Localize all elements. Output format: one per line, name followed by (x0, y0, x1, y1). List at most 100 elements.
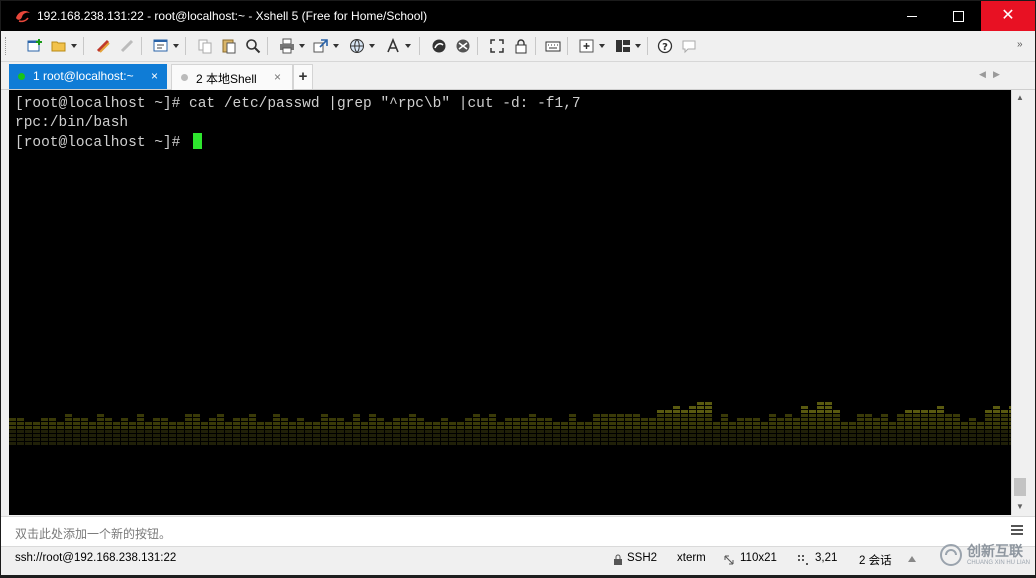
equalizer-reflection (369, 438, 376, 441)
equalizer-segment (665, 414, 672, 417)
help-icon[interactable]: ? (655, 36, 675, 56)
reconnect-icon[interactable] (93, 36, 113, 56)
equalizer-segment (897, 422, 904, 425)
equalizer-reflection (457, 442, 464, 445)
close-icon[interactable]: × (274, 70, 281, 84)
equalizer-reflection (481, 442, 488, 445)
transfer-icon[interactable] (311, 36, 331, 56)
equalizer-segment (825, 422, 832, 425)
properties-icon[interactable] (151, 36, 171, 56)
equalizer-reflection (913, 442, 920, 445)
equalizer-reflection (681, 438, 688, 441)
disconnect-icon[interactable] (117, 36, 137, 56)
equalizer-reflection (545, 442, 552, 445)
equalizer-segment (833, 410, 840, 413)
equalizer-segment (441, 418, 448, 421)
add-tab-icon[interactable] (577, 36, 597, 56)
equalizer-reflection (673, 438, 680, 441)
maximize-button[interactable] (935, 1, 981, 31)
menu-icon[interactable] (1011, 525, 1023, 535)
lock-icon[interactable] (511, 36, 531, 56)
equalizer-reflection (745, 430, 752, 433)
terminal-screen[interactable]: [root@localhost ~]# cat /etc/passwd |gre… (9, 90, 1011, 515)
chevron-down-icon[interactable] (599, 44, 605, 48)
chevron-down-icon[interactable] (635, 44, 641, 48)
equalizer-reflection (345, 442, 352, 445)
equalizer-segment (985, 410, 992, 413)
equalizer-reflection (961, 442, 968, 445)
minimize-button[interactable] (889, 1, 935, 31)
xftp-icon[interactable] (429, 36, 449, 56)
equalizer-segment (25, 422, 32, 425)
equalizer-reflection (305, 438, 312, 441)
toolbar-grip[interactable] (5, 37, 9, 55)
equalizer-segment (889, 426, 896, 429)
font-icon[interactable] (383, 36, 403, 56)
terminal-scrollbar[interactable]: ▲ ▼ (1011, 90, 1028, 515)
chevron-down-icon[interactable] (405, 44, 411, 48)
equalizer-segment (921, 410, 928, 413)
equalizer-reflection (457, 434, 464, 437)
equalizer-segment (193, 414, 200, 417)
equalizer-segment (929, 422, 936, 425)
open-folder-icon[interactable] (49, 36, 69, 56)
equalizer-reflection (865, 434, 872, 437)
equalizer-reflection (249, 442, 256, 445)
paste-icon[interactable] (219, 36, 239, 56)
equalizer-reflection (929, 438, 936, 441)
scrollbar-thumb[interactable] (1014, 478, 1026, 496)
equalizer-reflection (1001, 434, 1008, 437)
equalizer-reflection (513, 442, 520, 445)
new-tab-button[interactable]: + (293, 64, 313, 89)
toolbar-overflow-button[interactable]: » (1017, 39, 1023, 50)
equalizer-reflection (17, 434, 24, 437)
equalizer-segment (185, 426, 192, 429)
tab-session-2[interactable]: 2 本地Shell × (171, 64, 293, 90)
equalizer-segment (441, 422, 448, 425)
layout-icon[interactable] (613, 36, 633, 56)
equalizer-reflection (481, 434, 488, 437)
toolbar-divider (83, 37, 84, 55)
equalizer-segment (905, 422, 912, 425)
equalizer-reflection (537, 442, 544, 445)
equalizer-reflection (625, 434, 632, 437)
chevron-down-icon[interactable] (299, 44, 305, 48)
quick-command-bar[interactable]: 双击此处添加一个新的按钮。 (1, 516, 1035, 546)
tab-scroll-left-icon[interactable]: ◀ (979, 69, 986, 80)
globe-icon[interactable] (347, 36, 367, 56)
chevron-down-icon[interactable] (369, 44, 375, 48)
equalizer-segment (409, 418, 416, 421)
tab-scroll-right-icon[interactable]: ▶ (993, 69, 1000, 80)
copy-icon[interactable] (195, 36, 215, 56)
tab-session-1[interactable]: 1 root@localhost:~ × (9, 64, 167, 89)
close-icon[interactable]: × (151, 69, 158, 83)
chevron-down-icon[interactable] (333, 44, 339, 48)
equalizer-reflection (849, 430, 856, 433)
equalizer-reflection (209, 442, 216, 445)
new-session-icon[interactable] (25, 36, 45, 56)
equalizer-reflection (809, 430, 816, 433)
equalizer-reflection (289, 434, 296, 437)
equalizer-reflection (521, 434, 528, 437)
quick-bar-hint[interactable]: 双击此处添加一个新的按钮。 (15, 525, 171, 542)
equalizer-segment (593, 414, 600, 417)
keyboard-icon[interactable] (543, 36, 563, 56)
xmanager-icon[interactable] (453, 36, 473, 56)
chevron-down-icon[interactable] (173, 44, 179, 48)
equalizer-reflection (369, 430, 376, 433)
print-icon[interactable] (277, 36, 297, 56)
equalizer-reflection (793, 438, 800, 441)
title-bar[interactable]: 192.168.238.131:22 - root@localhost:~ - … (1, 1, 1035, 31)
equalizer-reflection (705, 434, 712, 437)
find-icon[interactable] (243, 36, 263, 56)
fullscreen-icon[interactable] (487, 36, 507, 56)
chat-icon[interactable] (679, 36, 699, 56)
scroll-up-icon[interactable]: ▲ (1012, 90, 1028, 106)
arrow-up-icon[interactable] (907, 554, 917, 564)
chevron-down-icon[interactable] (71, 44, 77, 48)
close-button[interactable]: ✕ (981, 1, 1035, 31)
scroll-down-icon[interactable]: ▼ (1012, 499, 1028, 515)
equalizer-segment (769, 414, 776, 417)
equalizer-segment (713, 422, 720, 425)
equalizer-reflection (105, 434, 112, 437)
